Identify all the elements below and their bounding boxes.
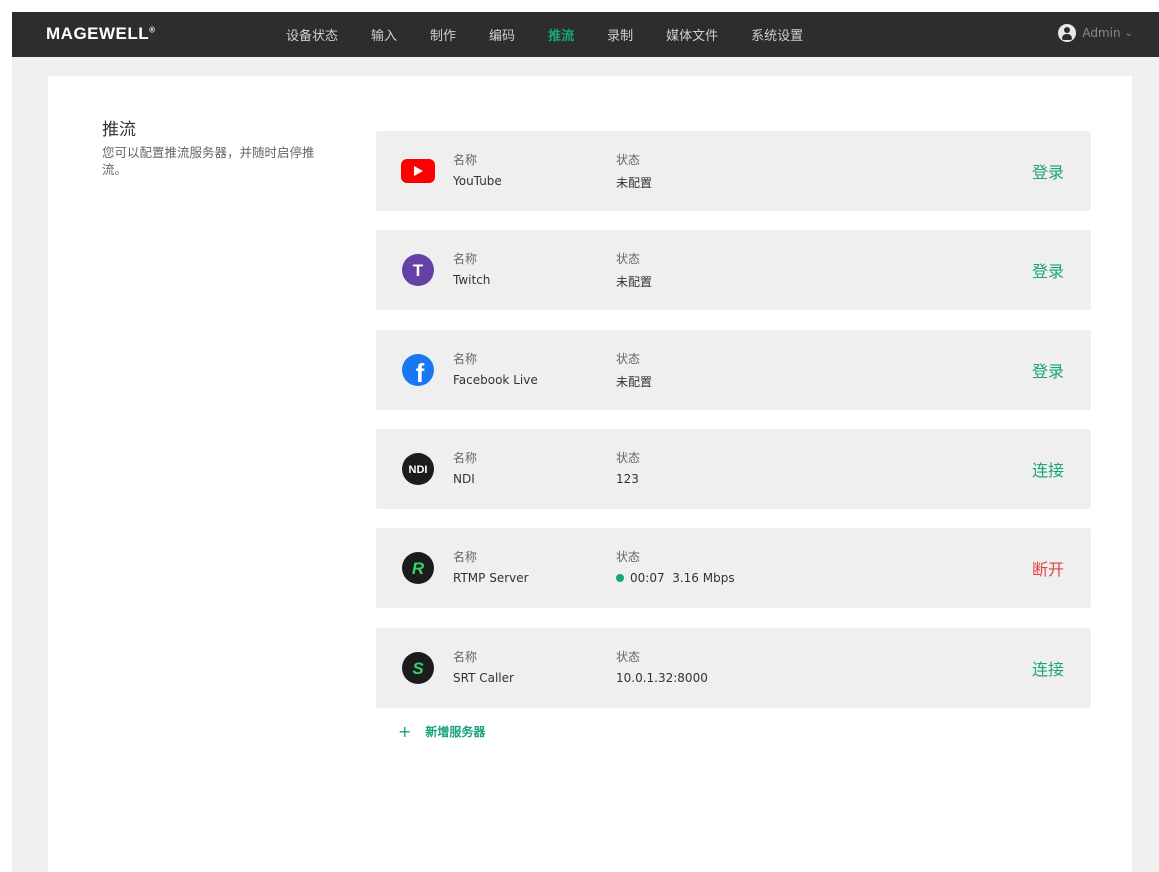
server-status: 未配置 — [616, 375, 653, 389]
server-name: NDI — [453, 472, 475, 486]
ndi-icon: NDI — [400, 451, 436, 487]
status-label: 状态 — [616, 352, 641, 366]
rtmp-icon: R — [400, 550, 436, 586]
name-label: 名称 — [453, 153, 478, 167]
server-row-ndi: NDI 名称 NDI 状态 123 连接 — [376, 429, 1091, 509]
app-frame: MAGEWELL® 设备状态 输入 制作 编码 推流 录制 媒体文件 系统设置 … — [12, 12, 1159, 872]
nav-item-recording[interactable]: 录制 — [607, 25, 633, 44]
server-name: RTMP Server — [453, 571, 529, 585]
login-button-youtube[interactable]: 登录 — [1032, 159, 1064, 183]
status-label: 状态 — [616, 153, 641, 167]
server-status: 10.0.1.32:8000 — [616, 671, 708, 685]
server-row-srt: S 名称 SRT Caller 状态 10.0.1.32:8000 连接 — [376, 628, 1091, 708]
svg-text:S: S — [412, 659, 424, 678]
name-label: 名称 — [453, 352, 478, 366]
svg-text:NDI: NDI — [409, 464, 428, 476]
srt-icon: S — [400, 650, 436, 686]
magewell-logo[interactable]: MAGEWELL® — [46, 24, 156, 44]
nav-item-encoding[interactable]: 编码 — [489, 25, 515, 44]
server-row-rtmp: R 名称 RTMP Server 状态 00:07 3.16 Mbps 断开 — [376, 528, 1091, 608]
connect-button-srt[interactable]: 连接 — [1032, 656, 1064, 680]
stream-stats: 00:07 3.16 Mbps — [630, 571, 735, 585]
server-row-twitch: T 名称 Twitch 状态 未配置 登录 — [376, 230, 1091, 310]
server-name: SRT Caller — [453, 671, 514, 685]
main-nav: 设备状态 输入 制作 编码 推流 录制 媒体文件 系统设置 — [286, 12, 836, 57]
server-status: 未配置 — [616, 176, 653, 190]
login-button-facebook[interactable]: 登录 — [1032, 358, 1064, 382]
nav-item-system-settings[interactable]: 系统设置 — [751, 25, 803, 44]
server-name: Twitch — [453, 273, 491, 287]
login-button-twitch[interactable]: 登录 — [1032, 258, 1064, 282]
name-label: 名称 — [453, 550, 478, 564]
server-row-facebook: f 名称 Facebook Live 状态 未配置 登录 — [376, 330, 1091, 410]
nav-item-input[interactable]: 输入 — [371, 25, 397, 44]
top-nav-bar: MAGEWELL® 设备状态 输入 制作 编码 推流 录制 媒体文件 系统设置 … — [12, 12, 1159, 57]
status-label: 状态 — [616, 550, 641, 564]
live-status-dot-icon — [616, 574, 624, 582]
disconnect-button-rtmp[interactable]: 断开 — [1032, 556, 1064, 580]
page-description: 您可以配置推流服务器，并随时启停推流。 — [102, 145, 315, 177]
connect-button-ndi[interactable]: 连接 — [1032, 457, 1064, 481]
server-name: YouTube — [453, 174, 502, 188]
svg-text:T: T — [413, 261, 424, 280]
user-menu[interactable]: Admin ⌄ — [1058, 24, 1133, 42]
nav-item-device-status[interactable]: 设备状态 — [286, 25, 338, 44]
streaming-panel: 推流 您可以配置推流服务器，并随时启停推流。 名称 YouTube 状态 未配置… — [48, 76, 1132, 872]
name-label: 名称 — [453, 451, 478, 465]
twitch-icon: T — [400, 252, 436, 288]
svg-text:R: R — [412, 559, 425, 578]
server-name: Facebook Live — [453, 373, 538, 387]
name-label: 名称 — [453, 650, 478, 664]
nav-item-production[interactable]: 制作 — [430, 25, 456, 44]
nav-item-media-files[interactable]: 媒体文件 — [666, 25, 718, 44]
status-label: 状态 — [616, 650, 641, 664]
status-label: 状态 — [616, 252, 641, 266]
chevron-down-icon: ⌄ — [1124, 27, 1133, 39]
youtube-icon — [400, 153, 436, 189]
add-server-label: 新增服务器 — [425, 725, 486, 739]
status-label: 状态 — [616, 451, 641, 465]
server-status: 未配置 — [616, 275, 653, 289]
user-name: Admin — [1082, 26, 1121, 40]
server-status: 123 — [616, 472, 639, 486]
name-label: 名称 — [453, 252, 478, 266]
page-title: 推流 — [102, 120, 136, 140]
server-status: 00:07 3.16 Mbps — [616, 571, 735, 585]
plus-icon: + — [398, 722, 412, 741]
nav-item-streaming[interactable]: 推流 — [548, 25, 574, 44]
server-row-youtube: 名称 YouTube 状态 未配置 登录 — [376, 131, 1091, 211]
add-server-button[interactable]: + 新增服务器 — [398, 722, 485, 741]
user-avatar-icon — [1058, 24, 1077, 42]
facebook-icon: f — [400, 352, 436, 388]
svg-text:f: f — [416, 358, 425, 387]
